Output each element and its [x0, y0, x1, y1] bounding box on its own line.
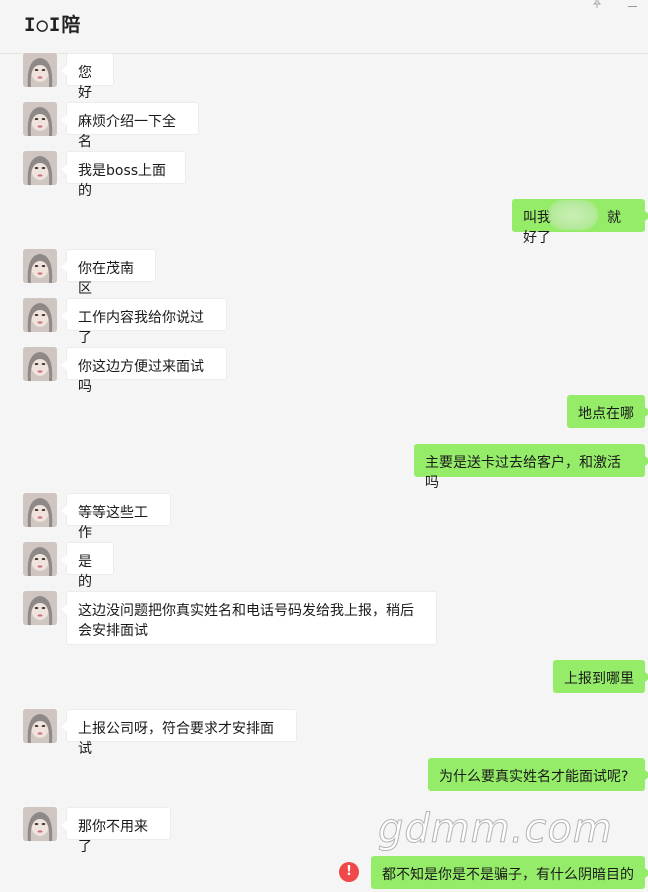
avatar[interactable] — [23, 591, 57, 625]
avatar[interactable] — [23, 102, 57, 136]
message-bubble: 我是boss上面的 — [61, 151, 186, 199]
avatar[interactable] — [23, 709, 57, 743]
minimize-icon[interactable] — [628, 6, 637, 7]
chat-title: I○I陪 — [24, 14, 82, 36]
avatar[interactable] — [23, 249, 57, 283]
message-bubble: 主要是送卡过去给客户，和激活吗 — [414, 444, 648, 491]
message-bubble: 是的 — [61, 542, 114, 590]
message-bubble: 你在茂南区 — [61, 249, 156, 297]
message-bubble: 麻烦介绍一下全名 — [61, 102, 199, 150]
avatar[interactable] — [23, 347, 57, 381]
chat-header: I○I陪 — [0, 0, 648, 54]
message-bubble: 地点在哪 — [567, 395, 648, 428]
message-bubble: 你这边方便过来面试吗 — [61, 347, 227, 395]
message-bubble: 这边没问题把你真实姓名和电话号码发给我上报，稍后会安排面试 — [61, 591, 437, 645]
send-failed-icon[interactable]: ! — [339, 862, 359, 882]
avatar[interactable] — [23, 493, 57, 527]
message-bubble: 为什么要真实姓名才能面试呢? — [428, 758, 648, 791]
message-bubble: 您好 — [61, 53, 114, 101]
pin-icon[interactable] — [592, 0, 602, 11]
avatar[interactable] — [23, 53, 57, 87]
message-bubble: 工作内容我给你说过了 — [61, 298, 227, 346]
message-bubble: 那你不用来了 — [61, 807, 171, 855]
message-bubble: 上报公司呀，符合要求才安排面试 — [61, 709, 297, 757]
avatar[interactable] — [23, 542, 57, 576]
avatar[interactable] — [23, 807, 57, 841]
message-bubble: 等等这些工作 — [61, 493, 171, 541]
avatar[interactable] — [23, 298, 57, 332]
message-bubble: 上报到哪里 — [553, 660, 648, 693]
avatar[interactable] — [23, 151, 57, 185]
redaction-mark — [548, 200, 598, 230]
message-bubble: 都不知是你是不是骗子，有什么阴暗目的 — [371, 856, 648, 889]
watermark: gdmm.com — [378, 806, 613, 853]
